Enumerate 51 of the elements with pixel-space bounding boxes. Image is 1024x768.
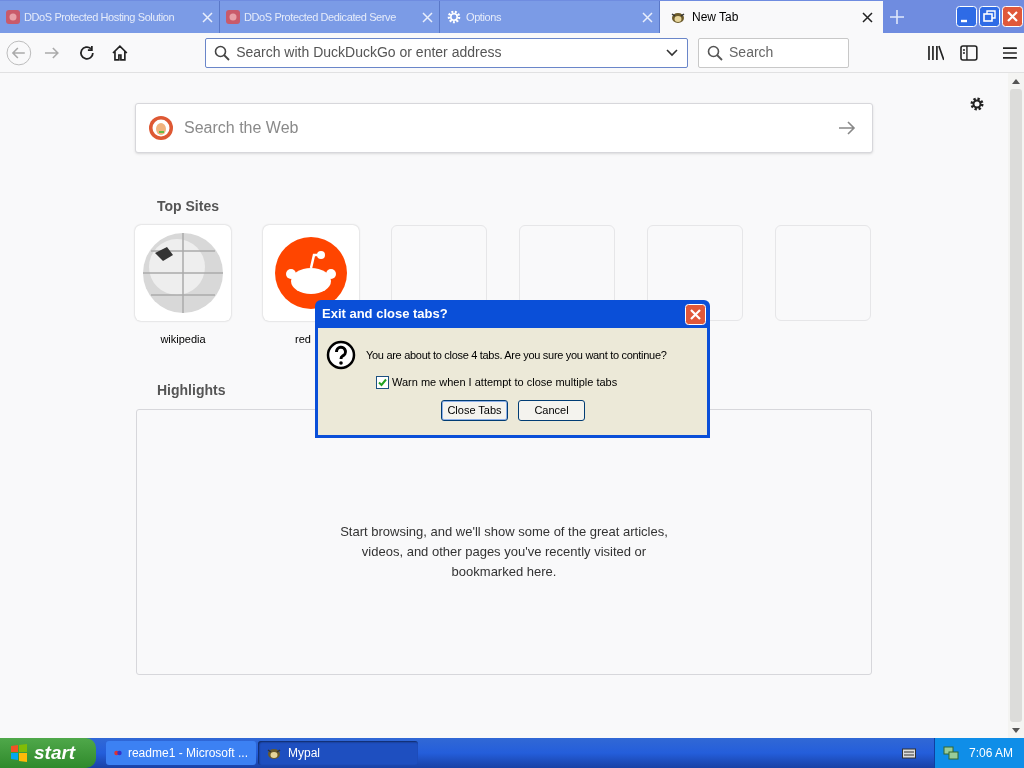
- gear-icon: [446, 9, 462, 25]
- mascot-icon: [266, 746, 282, 760]
- windows-logo-icon: [10, 744, 28, 762]
- web-search-field[interactable]: Search the Web: [184, 116, 828, 140]
- favicon-icon: [226, 10, 240, 24]
- scrollbar[interactable]: [1008, 73, 1024, 738]
- web-search-box[interactable]: Search the Web: [135, 103, 873, 153]
- reload-icon[interactable]: [77, 43, 96, 62]
- close-icon[interactable]: [862, 11, 873, 23]
- duck-icon: [148, 115, 174, 141]
- question-icon: [326, 340, 356, 370]
- mascot-icon: [670, 10, 686, 24]
- address-bar[interactable]: Search with DuckDuckGo or enter address: [205, 37, 689, 68]
- restore-icon[interactable]: [979, 6, 1000, 27]
- search-icon: [214, 44, 231, 61]
- empty-message: Start browsing, and we'll show some of the great articles, videos, and other pages you've recently visited or bookmarked here.: [339, 522, 669, 581]
- minimize-icon[interactable]: [956, 6, 977, 27]
- home-icon[interactable]: [111, 43, 130, 62]
- site-label[interactable]: wikipedia: [160, 331, 206, 348]
- globe-icon: [141, 231, 225, 315]
- search-field[interactable]: Search: [729, 42, 840, 63]
- keyboard-icon[interactable]: [902, 747, 916, 759]
- site-tile[interactable]: [135, 225, 231, 321]
- taskbar-button[interactable]: Mypal: [258, 741, 418, 765]
- dialog-message: You are about to close 4 tabs. Are you sure you want to continue?: [366, 347, 667, 363]
- checkbox-label: Warn me when I attempt to close multiple tabs: [392, 375, 618, 390]
- browser-tab[interactable]: New Tab: [660, 1, 883, 33]
- site-label[interactable]: red: [263, 331, 311, 348]
- dialog-title: Exit and close tabs?: [322, 305, 448, 324]
- sidebar-icon[interactable]: [960, 44, 979, 61]
- taskbar-button[interactable]: readme1 - Microsoft ...: [106, 741, 256, 765]
- dialog-button[interactable]: Cancel: [518, 399, 585, 421]
- menu-icon[interactable]: [1002, 45, 1019, 60]
- checkbox[interactable]: [376, 375, 389, 389]
- search-box[interactable]: Search: [698, 37, 849, 68]
- section-title: Highlights: [157, 380, 226, 400]
- clock: 7:06 AM: [969, 745, 1014, 762]
- scroll-down-icon[interactable]: [1012, 727, 1020, 733]
- library-icon[interactable]: [926, 44, 945, 61]
- section-title: Top Sites: [157, 197, 219, 216]
- search-icon: [707, 44, 724, 61]
- scroll-up-icon[interactable]: [1012, 78, 1020, 84]
- start-button[interactable]: start: [0, 738, 96, 768]
- dropdown-icon[interactable]: [665, 47, 680, 58]
- arrow-right-icon[interactable]: [838, 120, 856, 136]
- address-field[interactable]: Search with DuckDuckGo or enter address: [236, 42, 660, 63]
- network-icon[interactable]: [943, 745, 959, 761]
- dialog-button[interactable]: Close Tabs: [441, 399, 508, 421]
- alien-icon: [275, 237, 347, 309]
- favicon-icon: [6, 10, 20, 24]
- settings-icon[interactable]: [968, 95, 986, 113]
